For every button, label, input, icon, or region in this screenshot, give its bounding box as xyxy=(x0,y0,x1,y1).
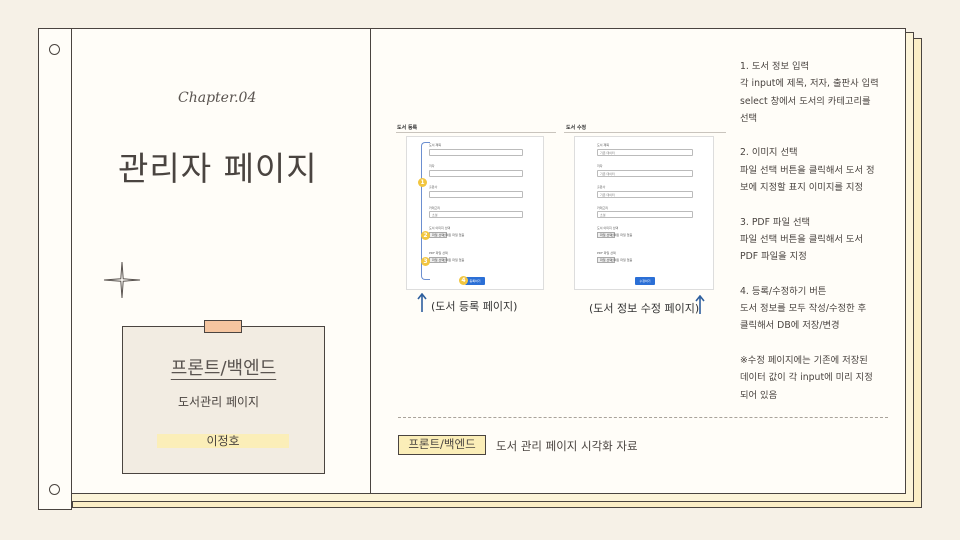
description-line xyxy=(740,266,900,283)
register-submit-button[interactable]: 등록하기 xyxy=(465,277,485,285)
edit-label-pdf: PDF 파일 선택 xyxy=(597,251,616,255)
arrow-up-icon xyxy=(417,293,427,312)
sparkle-icon xyxy=(103,261,141,299)
footer-tag: 프론트/백엔드 xyxy=(398,435,486,455)
register-image-file-status: 선택된 파일 없음 xyxy=(443,233,465,237)
description-line: select 창에서 도서의 카테고리를 xyxy=(740,95,871,107)
register-label-publisher: 출판사 xyxy=(429,185,438,189)
edit-submit-button[interactable]: 수정하기 xyxy=(635,277,655,285)
description-line xyxy=(740,196,900,213)
description-line: 파일 선택 버튼을 클릭해서 도서 정 xyxy=(740,164,875,176)
description-line: 4. 등록/수정하기 버튼 xyxy=(740,285,827,297)
edit-caption: (도서 정보 수정 페이지) xyxy=(589,302,700,315)
register-label-pdf: PDF 파일 선택 xyxy=(429,251,448,255)
book-spine xyxy=(38,28,72,510)
page-title: 관리자 페이지 xyxy=(118,149,318,188)
description-line: 보에 지정할 표지 이미지를 지정 xyxy=(740,182,864,194)
edit-label-image: 도서 이미지 선택 xyxy=(597,226,619,230)
edit-shot-rule xyxy=(564,132,726,133)
description-line: 클릭해서 DB에 저장/변경 xyxy=(740,320,840,332)
step-badge-4: 4 xyxy=(459,276,468,285)
edit-label-author: 저자 xyxy=(597,164,603,168)
card-title: 프론트/백엔드 xyxy=(122,354,325,380)
description-line: 각 input에 제목, 저자, 출판사 입력 xyxy=(740,78,879,90)
binder-hole-top xyxy=(49,44,60,55)
register-label-title: 도서 제목 xyxy=(429,143,441,147)
description-line: 선택 xyxy=(740,112,758,124)
register-input-publisher[interactable] xyxy=(429,191,523,198)
step-badge-1: 1 xyxy=(418,178,427,187)
edit-screenshot: 도서 제목 기존 데이터 저자 기존 데이터 출판사 기존 데이터 카테고리 소… xyxy=(574,136,714,290)
register-caption: (도서 등록 페이지) xyxy=(431,300,518,313)
description-line: ※수정 페이지에는 기존에 저장된 xyxy=(740,355,868,367)
register-label-category: 카테고리 xyxy=(429,206,441,210)
description-line xyxy=(740,335,900,352)
card-title-text: 프론트/백엔드 xyxy=(170,358,277,379)
description-line: 3. PDF 파일 선택 xyxy=(740,216,811,228)
description-line: 되어 있음 xyxy=(740,389,778,401)
arrow-up-icon xyxy=(695,295,705,314)
edit-label-category: 카테고리 xyxy=(597,206,609,210)
dashed-separator xyxy=(398,417,888,418)
description-line: 1. 도서 정보 입력 xyxy=(740,61,810,72)
edit-shot-header: 도서 수정 xyxy=(566,125,587,131)
edit-input-author[interactable]: 기존 데이터 xyxy=(597,170,693,177)
description-line: 데이터 값이 각 input에 미리 지정 xyxy=(740,372,873,384)
description-line: 파일 선택 버튼을 클릭해서 도서 xyxy=(740,233,864,245)
card-subtitle: 도서관리 페이지 xyxy=(178,395,260,409)
register-select-category[interactable]: 소설 xyxy=(429,211,523,218)
edit-label-publisher: 출판사 xyxy=(597,185,606,189)
register-input-author[interactable] xyxy=(429,170,523,177)
edit-input-title[interactable]: 기존 데이터 xyxy=(597,149,693,156)
edit-input-publisher[interactable]: 기존 데이터 xyxy=(597,191,693,198)
register-screenshot: 도서 제목 저자 출판사 카테고리 소설 도서 이미지 선택 파일 선택 선택된… xyxy=(406,136,544,290)
author-name: 이정호 xyxy=(157,434,289,448)
description-text: 1. 도서 정보 입력각 input에 제목, 저자, 출판사 입력 select… xyxy=(740,58,900,404)
step-badge-3: 3 xyxy=(421,257,430,266)
description-line: 2. 이미지 선택 xyxy=(740,147,798,159)
edit-pdf-file-status: 선택된 파일 없음 xyxy=(611,258,633,262)
register-label-author: 저자 xyxy=(429,164,435,168)
register-label-image: 도서 이미지 선택 xyxy=(429,226,451,230)
edit-select-category[interactable]: 소설 xyxy=(597,211,693,218)
register-shot-rule xyxy=(396,132,556,133)
register-pdf-file-status: 선택된 파일 없음 xyxy=(443,258,465,262)
description-line: 도서 정보를 모두 작성/수정한 후 xyxy=(740,303,867,315)
page-divider xyxy=(370,28,371,494)
register-shot-header: 도서 등록 xyxy=(397,125,418,131)
description-line xyxy=(740,127,900,144)
step-badge-2: 2 xyxy=(421,231,430,240)
register-category-value: 소설 xyxy=(432,213,438,217)
footer-caption: 도서 관리 페이지 시각화 자료 xyxy=(496,439,638,453)
edit-image-file-status: 선택된 파일 없음 xyxy=(611,233,633,237)
register-input-title[interactable] xyxy=(429,149,523,156)
tape-decoration xyxy=(204,320,242,333)
description-line: PDF 파일을 지정 xyxy=(740,251,807,263)
binder-hole-bottom xyxy=(49,484,60,495)
chapter-label: Chapter.04 xyxy=(178,90,257,106)
edit-label-title: 도서 제목 xyxy=(597,143,609,147)
